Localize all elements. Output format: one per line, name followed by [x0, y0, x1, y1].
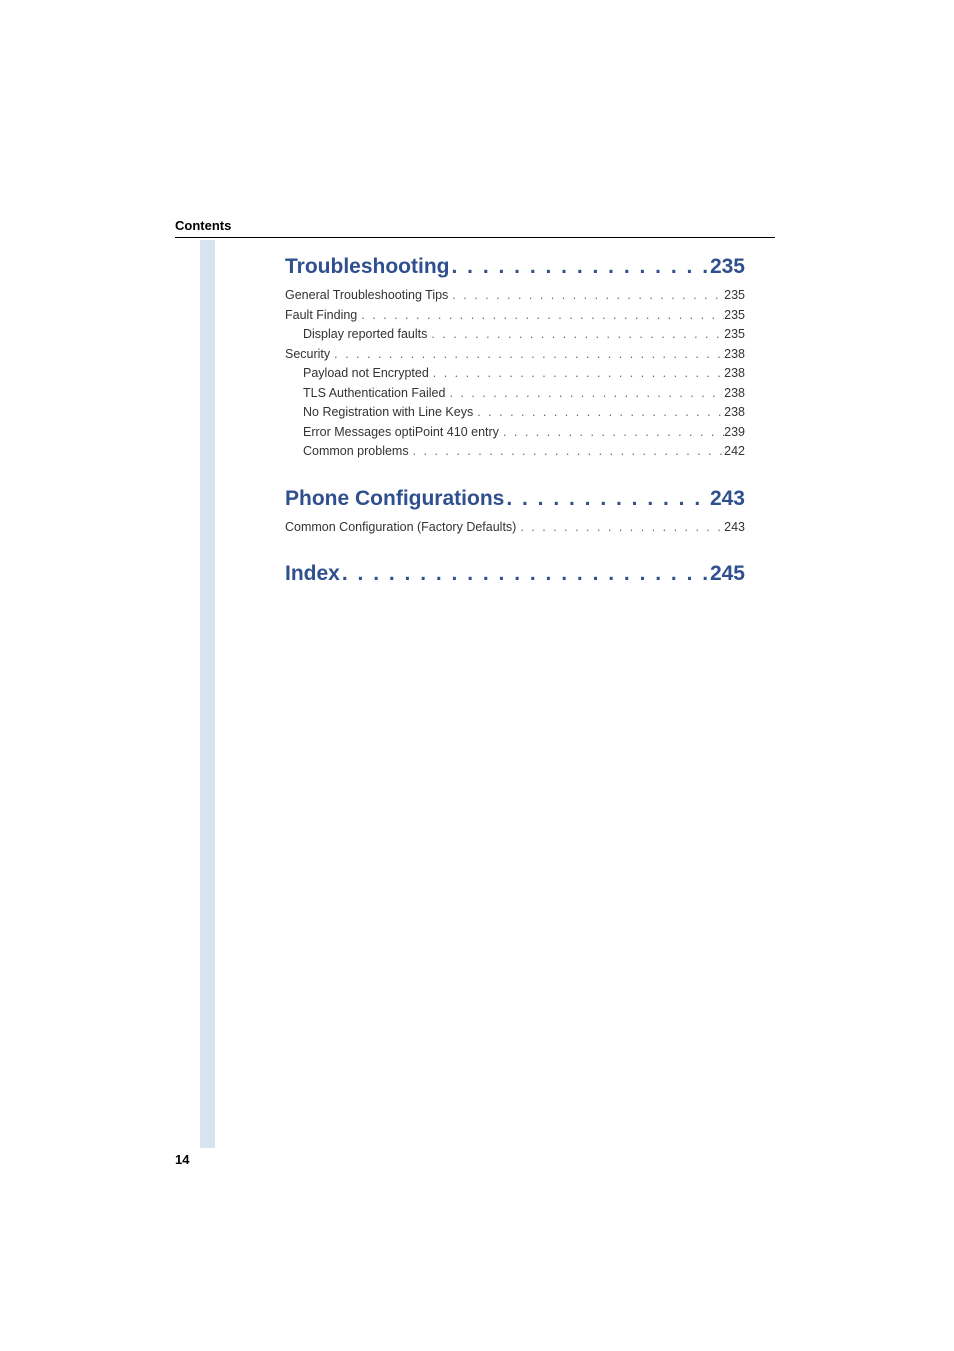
toc-entry[interactable]: Display reported faults. . . . . . . . .…: [285, 326, 745, 344]
toc-section: Phone Configurations. . . . . . . . . . …: [285, 487, 745, 537]
toc-entry-page: 238: [724, 404, 745, 422]
toc-entry-title: Display reported faults: [303, 326, 427, 344]
margin-bar: [200, 240, 215, 1148]
toc-section: Troubleshooting. . . . . . . . . . . . .…: [285, 255, 745, 461]
toc-heading-leader: . . . . . . . . . . . . . . . . . . . . …: [504, 487, 710, 511]
toc-entry-page: 235: [724, 287, 745, 305]
header-rule: [175, 237, 775, 238]
toc-entry-leader: . . . . . . . . . . . . . . . . . . . . …: [473, 404, 724, 422]
toc-entry-leader: . . . . . . . . . . . . . . . . . . . . …: [330, 346, 724, 364]
toc-entry-leader: . . . . . . . . . . . . . . . . . . . . …: [499, 424, 724, 442]
toc-entry-page: 235: [724, 326, 745, 344]
toc-entry-title: Common problems: [303, 443, 409, 461]
toc-heading-leader: . . . . . . . . . . . . . . . . . . . . …: [449, 255, 709, 279]
toc-heading-page: 245: [710, 562, 745, 586]
toc-entry-page: 238: [724, 346, 745, 364]
toc-entry-page: 239: [724, 424, 745, 442]
toc-entry-leader: . . . . . . . . . . . . . . . . . . . . …: [429, 365, 724, 383]
toc-entry[interactable]: Security. . . . . . . . . . . . . . . . …: [285, 346, 745, 364]
toc-entry-page: 238: [724, 385, 745, 403]
toc-entry-page: 238: [724, 365, 745, 383]
toc-heading-title: Troubleshooting: [285, 255, 449, 279]
toc-entry-title: TLS Authentication Failed: [303, 385, 445, 403]
section-label: Contents: [175, 218, 775, 233]
toc-heading-page: 235: [710, 255, 745, 279]
toc-content: Troubleshooting. . . . . . . . . . . . .…: [285, 255, 745, 612]
toc-heading[interactable]: Troubleshooting. . . . . . . . . . . . .…: [285, 255, 745, 279]
toc-entry-leader: . . . . . . . . . . . . . . . . . . . . …: [516, 519, 724, 537]
toc-entry[interactable]: Common problems. . . . . . . . . . . . .…: [285, 443, 745, 461]
toc-entry-page: 235: [724, 307, 745, 325]
toc-entry-title: General Troubleshooting Tips: [285, 287, 448, 305]
toc-entry[interactable]: General Troubleshooting Tips. . . . . . …: [285, 287, 745, 305]
toc-entry-title: Payload not Encrypted: [303, 365, 429, 383]
page-number: 14: [175, 1152, 189, 1167]
toc-entry-title: Security: [285, 346, 330, 364]
toc-entry-leader: . . . . . . . . . . . . . . . . . . . . …: [409, 443, 725, 461]
toc-entry[interactable]: TLS Authentication Failed. . . . . . . .…: [285, 385, 745, 403]
toc-entry[interactable]: Error Messages optiPoint 410 entry. . . …: [285, 424, 745, 442]
toc-heading[interactable]: Phone Configurations. . . . . . . . . . …: [285, 487, 745, 511]
toc-entry-title: No Registration with Line Keys: [303, 404, 473, 422]
toc-entry[interactable]: No Registration with Line Keys. . . . . …: [285, 404, 745, 422]
header-block: Contents: [175, 218, 775, 238]
toc-heading-page: 243: [710, 487, 745, 511]
toc-entry-leader: . . . . . . . . . . . . . . . . . . . . …: [427, 326, 724, 344]
toc-entry-leader: . . . . . . . . . . . . . . . . . . . . …: [448, 287, 724, 305]
toc-entry-page: 242: [724, 443, 745, 461]
toc-entry-leader: . . . . . . . . . . . . . . . . . . . . …: [445, 385, 724, 403]
toc-entry-leader: . . . . . . . . . . . . . . . . . . . . …: [357, 307, 724, 325]
toc-entry-title: Common Configuration (Factory Defaults): [285, 519, 516, 537]
toc-section: Index. . . . . . . . . . . . . . . . . .…: [285, 562, 745, 586]
toc-entry[interactable]: Payload not Encrypted. . . . . . . . . .…: [285, 365, 745, 383]
toc-heading-title: Phone Configurations: [285, 487, 504, 511]
toc-entry[interactable]: Fault Finding. . . . . . . . . . . . . .…: [285, 307, 745, 325]
toc-entry[interactable]: Common Configuration (Factory Defaults).…: [285, 519, 745, 537]
toc-entry-page: 243: [724, 519, 745, 537]
toc-heading-title: Index: [285, 562, 340, 586]
toc-heading-leader: . . . . . . . . . . . . . . . . . . . . …: [340, 562, 710, 586]
toc-entry-title: Error Messages optiPoint 410 entry: [303, 424, 499, 442]
toc-heading[interactable]: Index. . . . . . . . . . . . . . . . . .…: [285, 562, 745, 586]
toc-entry-title: Fault Finding: [285, 307, 357, 325]
